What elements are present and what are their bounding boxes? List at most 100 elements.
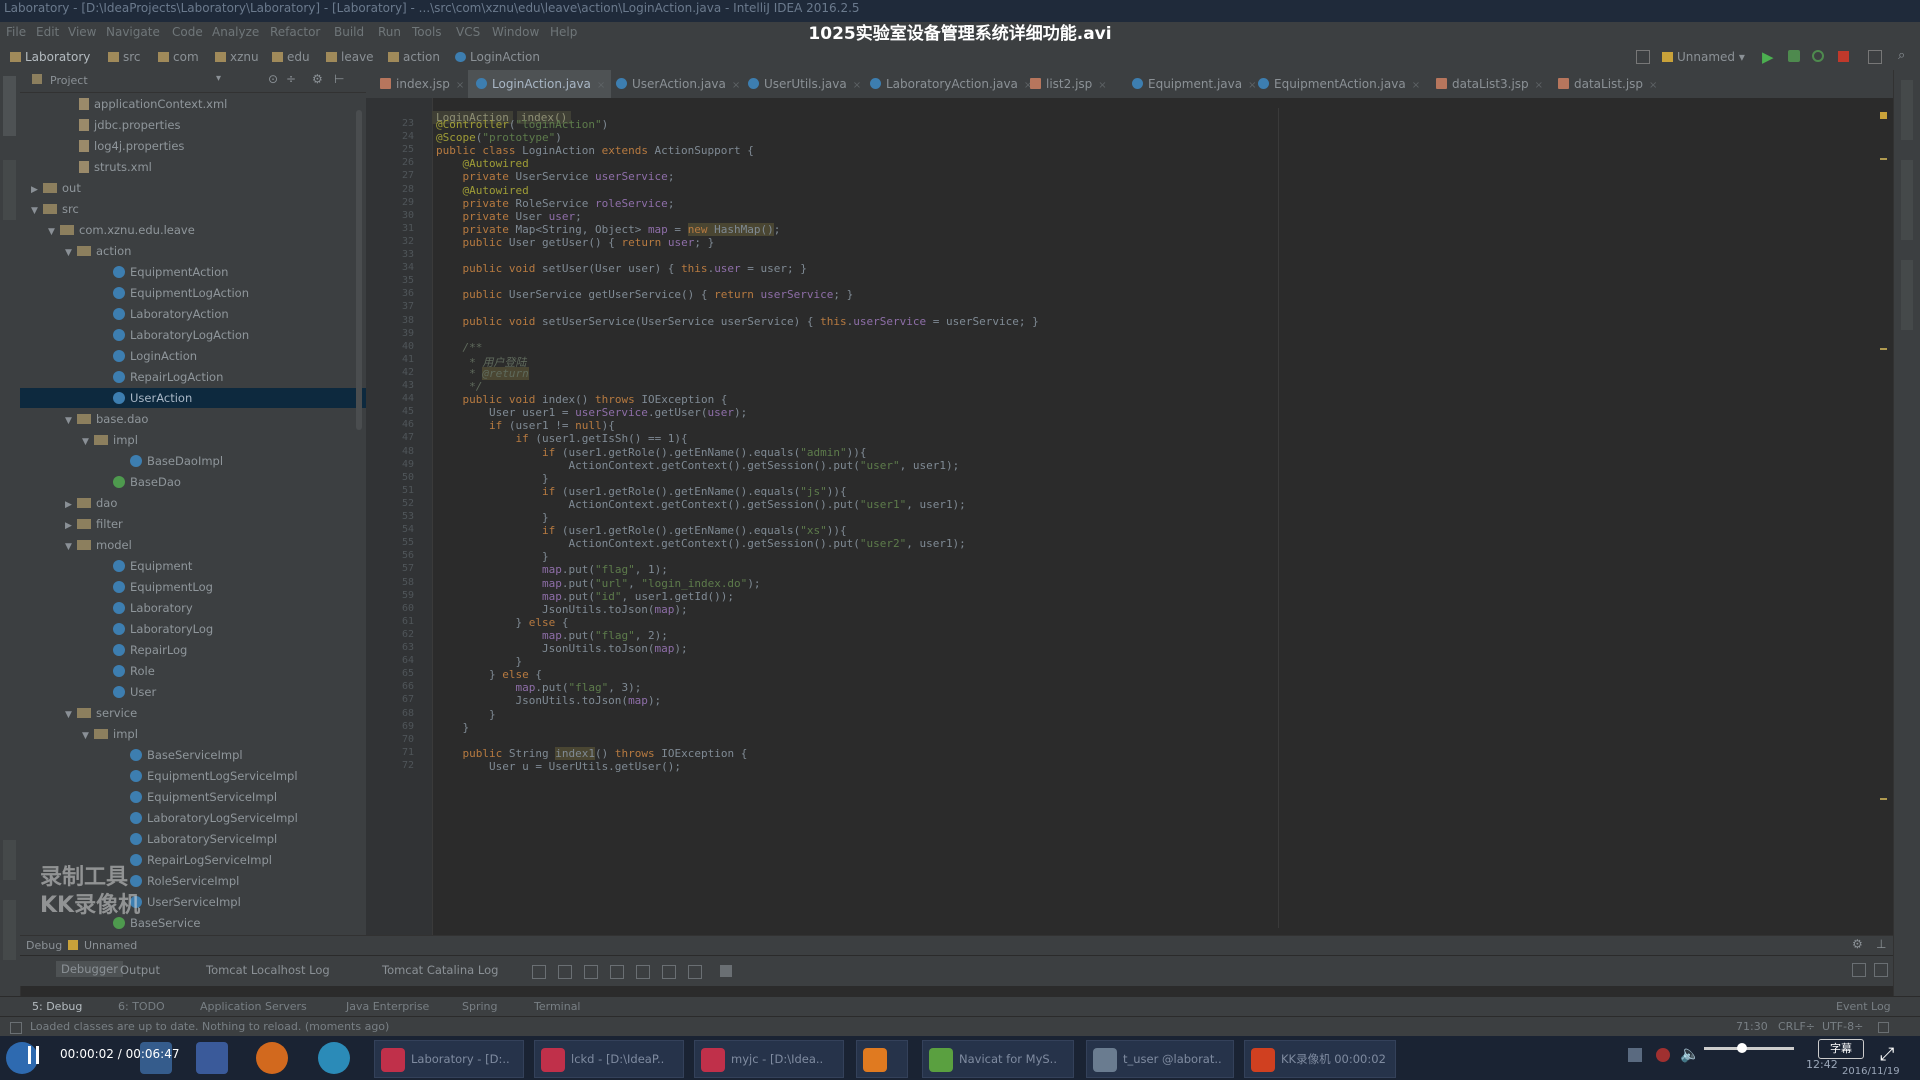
tree-item[interactable]: LaboratoryLogAction bbox=[20, 325, 366, 345]
start-button[interactable] bbox=[6, 1042, 38, 1074]
error-stripe-mark[interactable] bbox=[1880, 158, 1887, 160]
code-line[interactable]: public void index() throws IOException { bbox=[436, 393, 728, 406]
tree-item[interactable]: BaseDaoImpl bbox=[20, 451, 366, 471]
code-line[interactable]: public String index1() throws IOExceptio… bbox=[436, 746, 747, 760]
tree-item[interactable]: RepairLog bbox=[20, 640, 366, 660]
tab-tomcat-catalina-log[interactable]: Tomcat Catalina Log bbox=[382, 963, 498, 977]
close-icon[interactable]: × bbox=[1412, 80, 1420, 91]
maven-projects-tool-tab[interactable] bbox=[1901, 160, 1913, 240]
close-icon[interactable]: × bbox=[456, 80, 464, 91]
chevron-right-icon[interactable]: ▶ bbox=[31, 180, 43, 200]
tree-item[interactable]: RepairLogAction bbox=[20, 367, 366, 387]
drop-frame-icon[interactable] bbox=[636, 965, 650, 979]
chevron-down-icon[interactable]: ▼ bbox=[65, 243, 77, 263]
ant-build-tool-tab[interactable] bbox=[1901, 80, 1913, 140]
code-line[interactable]: JsonUtils.toJson(map); bbox=[436, 694, 661, 707]
editor-tab[interactable]: dataList.jsp × bbox=[1550, 70, 1663, 98]
taskbar-button[interactable]: lckd - [D:\IdeaP.. bbox=[534, 1040, 684, 1078]
taskbar-button[interactable] bbox=[856, 1040, 908, 1078]
code-line[interactable]: } bbox=[436, 655, 522, 668]
code-line[interactable]: map.put("flag", 2); bbox=[436, 629, 668, 642]
collapse-all-icon[interactable]: ÷ bbox=[286, 72, 296, 86]
tree-item[interactable]: ▶ filter bbox=[20, 514, 366, 534]
code-line[interactable]: public class LoginAction extends ActionS… bbox=[436, 144, 754, 157]
code-line[interactable]: map.put("id", user1.getId()); bbox=[436, 590, 734, 603]
run-to-cursor-icon[interactable] bbox=[662, 965, 676, 979]
lock-icon[interactable] bbox=[1878, 1022, 1889, 1033]
tree-item[interactable]: LaboratoryAction bbox=[20, 304, 366, 324]
breadcrumb-edu[interactable]: edu bbox=[272, 50, 310, 64]
tree-item[interactable]: ▼ service bbox=[20, 703, 366, 723]
code-line[interactable]: } bbox=[436, 550, 549, 563]
volume-slider[interactable] bbox=[1704, 1047, 1794, 1050]
close-icon[interactable]: × bbox=[1535, 80, 1543, 91]
code-line[interactable]: } else { bbox=[436, 616, 568, 629]
tree-item[interactable]: BaseServiceImpl bbox=[20, 745, 366, 765]
code-line[interactable]: public void setUser(User user) { this.us… bbox=[436, 262, 807, 275]
tree-item[interactable]: ▼ src bbox=[20, 199, 366, 219]
editor-tab[interactable]: EquipmentAction.java × bbox=[1250, 70, 1426, 98]
web-tool-tab[interactable] bbox=[3, 840, 16, 880]
code-line[interactable]: } bbox=[436, 708, 496, 721]
step-into-icon[interactable] bbox=[558, 965, 572, 979]
code-line[interactable]: @Controller("loginAction") bbox=[436, 118, 608, 131]
editor-tab[interactable]: LoginAction.java × bbox=[468, 70, 612, 98]
sync-icon[interactable]: ⊙ bbox=[268, 72, 278, 86]
tree-item[interactable]: EquipmentServiceImpl bbox=[20, 787, 366, 807]
tool-tab-event-log[interactable]: Event Log bbox=[1836, 1000, 1891, 1013]
code-line[interactable]: public UserService getUserService() { re… bbox=[436, 288, 854, 301]
chevron-down-icon[interactable]: ▼ bbox=[48, 222, 60, 242]
breadcrumb-action[interactable]: action bbox=[388, 50, 440, 64]
editor-tab[interactable]: UserAction.java × bbox=[608, 70, 746, 98]
tree-item[interactable]: ▼ base.dao bbox=[20, 409, 366, 429]
tree-item[interactable]: ▶ dao bbox=[20, 493, 366, 513]
tab-output[interactable]: Output bbox=[120, 963, 160, 977]
evaluate-expression-icon[interactable] bbox=[688, 965, 702, 979]
step-out-icon[interactable] bbox=[610, 965, 624, 979]
tool-tab-java-enterprise[interactable]: Java Enterprise bbox=[346, 1000, 429, 1013]
close-icon[interactable]: × bbox=[1649, 80, 1657, 91]
breadcrumb-leave[interactable]: leave bbox=[326, 50, 374, 64]
tree-item[interactable]: User bbox=[20, 682, 366, 702]
build-icon[interactable] bbox=[1636, 50, 1650, 64]
tray-icon[interactable] bbox=[1656, 1048, 1670, 1062]
hide-panel-icon[interactable]: ⊢ bbox=[334, 72, 344, 86]
tree-item[interactable]: ▼ com.xznu.edu.leave bbox=[20, 220, 366, 240]
taskbar-button[interactable]: t_user @laborat.. bbox=[1086, 1040, 1234, 1078]
gear-icon[interactable]: ⚙ bbox=[1852, 937, 1863, 951]
taskbar-button[interactable]: myjc - [D:\Idea.. bbox=[694, 1040, 844, 1078]
file-encoding[interactable]: UTF-8÷ bbox=[1822, 1020, 1863, 1033]
code-line[interactable]: private RoleService roleService; bbox=[436, 197, 675, 210]
tree-item[interactable]: LaboratoryLogServiceImpl bbox=[20, 808, 366, 828]
close-icon[interactable]: × bbox=[853, 80, 861, 91]
tree-item[interactable]: LaboratoryLog bbox=[20, 619, 366, 639]
code-line[interactable]: if (user1 != null){ bbox=[436, 419, 615, 432]
code-line[interactable]: * @return bbox=[436, 366, 529, 380]
code-line[interactable]: } else { bbox=[436, 668, 542, 681]
frames-icon[interactable] bbox=[720, 965, 732, 977]
tree-item[interactable]: struts.xml bbox=[20, 157, 366, 177]
error-stripe-mark[interactable] bbox=[1880, 798, 1887, 800]
tree-item[interactable]: Equipment bbox=[20, 556, 366, 576]
tree-item[interactable]: EquipmentLogServiceImpl bbox=[20, 766, 366, 786]
close-icon[interactable]: × bbox=[1098, 80, 1106, 91]
error-stripe-mark[interactable] bbox=[1880, 348, 1887, 350]
editor-tab[interactable]: LaboratoryAction.java × bbox=[862, 70, 1038, 98]
tree-item[interactable]: Laboratory bbox=[20, 598, 366, 618]
code-line[interactable]: @Autowired bbox=[436, 184, 529, 197]
code-line[interactable]: } bbox=[436, 472, 549, 485]
code-line[interactable]: */ bbox=[436, 380, 482, 393]
volume-knob[interactable] bbox=[1737, 1043, 1747, 1053]
coverage-icon[interactable] bbox=[1812, 50, 1824, 62]
code-line[interactable]: public void setUserService(UserService u… bbox=[436, 315, 1039, 328]
tool-tab-spring[interactable]: Spring bbox=[462, 1000, 498, 1013]
tree-item[interactable]: log4j.properties bbox=[20, 136, 366, 156]
project-tool-tab[interactable] bbox=[3, 76, 16, 136]
chevron-right-icon[interactable]: ▶ bbox=[65, 516, 77, 536]
settings-icon[interactable] bbox=[1874, 963, 1888, 977]
tree-item[interactable]: EquipmentLogAction bbox=[20, 283, 366, 303]
tree-item[interactable]: UserAction bbox=[20, 388, 366, 408]
favorites-tool-tab[interactable] bbox=[3, 900, 16, 960]
force-step-into-icon[interactable] bbox=[584, 965, 598, 979]
breadcrumb-loginaction[interactable]: LoginAction bbox=[455, 50, 540, 64]
